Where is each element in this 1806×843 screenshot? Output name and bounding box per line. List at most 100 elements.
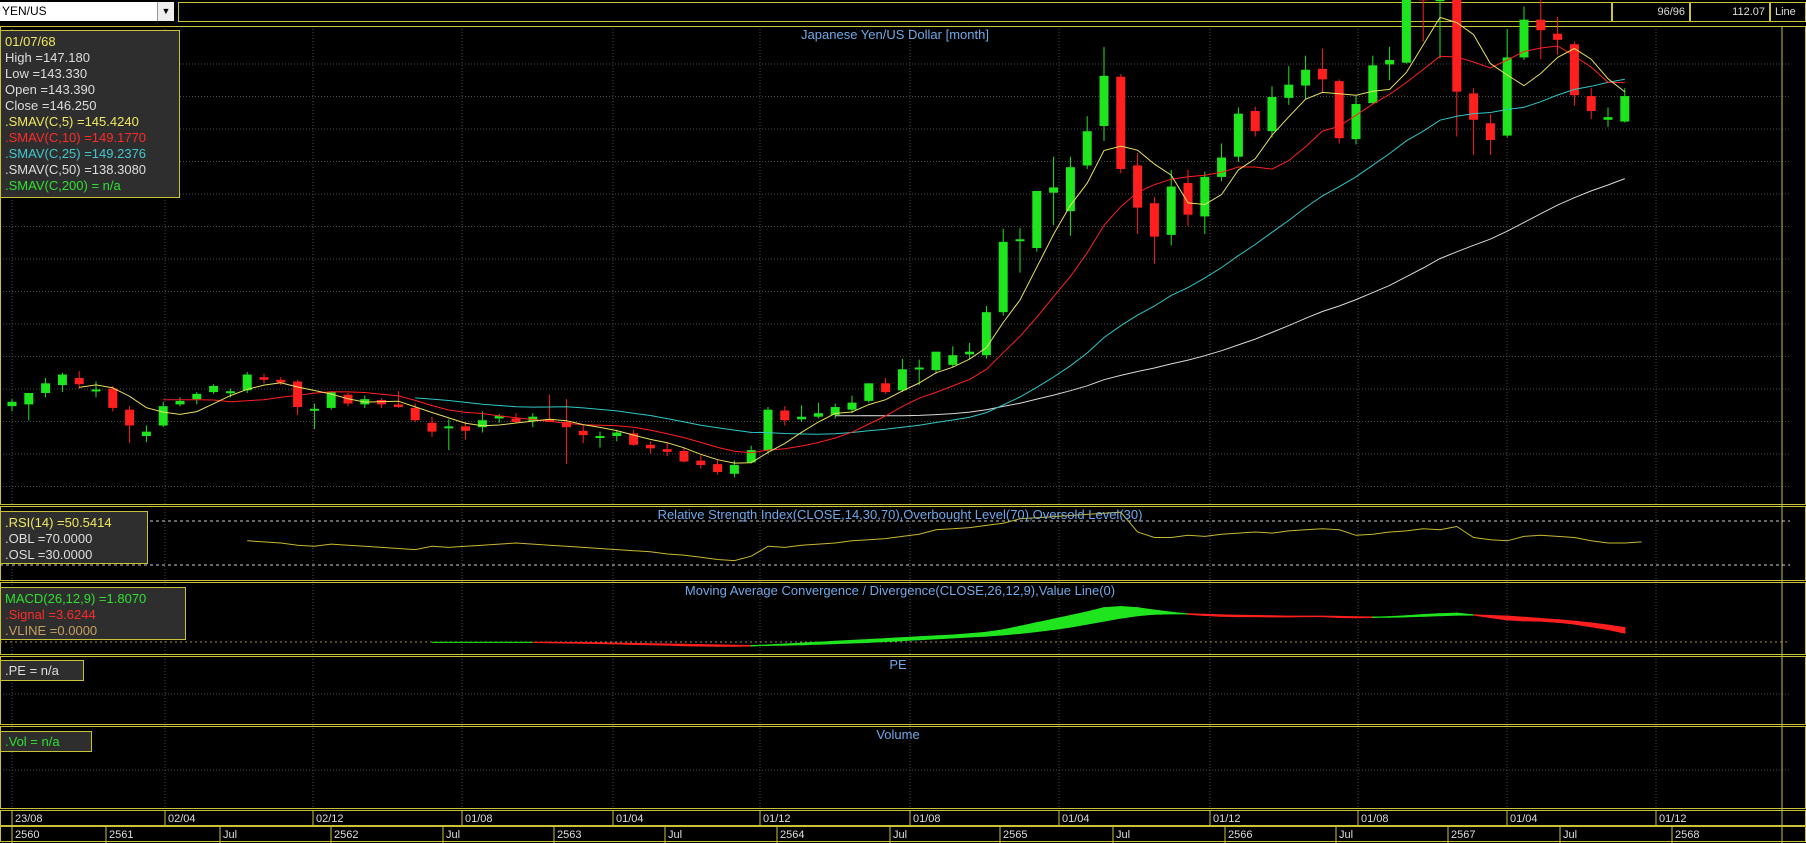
candle-body xyxy=(1183,183,1193,215)
candle-body xyxy=(1452,0,1462,92)
candle-body xyxy=(444,426,454,429)
macd-band xyxy=(1439,612,1458,617)
candle-body xyxy=(461,426,471,431)
candle-body xyxy=(1233,113,1243,157)
candle-body xyxy=(1502,57,1512,136)
volume-panel-title: Volume xyxy=(876,727,920,742)
legend-sma5: .SMAV(C,5) =145.4240 xyxy=(5,114,139,129)
candle-body xyxy=(1469,93,1479,120)
axis-label-bottom: 2567 xyxy=(1451,829,1475,841)
legend-low: Low =143.330 xyxy=(5,66,88,81)
macd-band xyxy=(750,644,769,647)
legend-vline: .VLINE =0.0000 xyxy=(5,623,98,638)
candle-body xyxy=(1116,76,1126,169)
candle-body xyxy=(612,432,622,437)
macd-band xyxy=(784,642,803,646)
macd-band xyxy=(1187,613,1206,616)
candle-body xyxy=(780,410,790,421)
candle-body xyxy=(24,392,34,405)
macd-band xyxy=(1036,618,1055,633)
candle-body xyxy=(696,460,706,466)
legend-rsi: .RSI(14) =50.5414 xyxy=(5,515,112,530)
candle-body xyxy=(813,413,823,417)
candle-body xyxy=(931,351,941,371)
candle-body xyxy=(1351,103,1361,140)
macd-band xyxy=(1573,620,1592,628)
macd-band xyxy=(1271,615,1290,618)
macd-band xyxy=(1103,605,1122,622)
macd-band xyxy=(1473,614,1491,619)
axis-label-top: 02/04 xyxy=(168,813,196,825)
macd-band xyxy=(1069,611,1088,628)
candle-body xyxy=(175,400,185,405)
macd-band xyxy=(834,639,853,645)
axis-label-bottom: Jul xyxy=(668,829,682,841)
legend-osl: .OSL =30.0000 xyxy=(5,547,93,562)
macd-band xyxy=(1002,625,1021,636)
macd-band xyxy=(901,636,920,642)
macd-band xyxy=(935,634,954,640)
candle-body xyxy=(377,400,387,405)
macd-band xyxy=(1506,615,1525,622)
macd-band xyxy=(1237,614,1256,618)
legend-high: High =147.180 xyxy=(5,50,90,65)
macd-band xyxy=(1170,611,1189,615)
axis-label-top: 01/12 xyxy=(1213,813,1241,825)
candle-body xyxy=(91,389,101,392)
candle-body xyxy=(713,464,723,473)
volume-legend: .Vol = n/a xyxy=(0,731,92,752)
macd-band xyxy=(1254,614,1273,618)
legend-sma10: .SMAV(C,10) =149.1770 xyxy=(5,130,147,145)
macd-band xyxy=(1321,615,1340,619)
macd-band xyxy=(1389,615,1407,618)
macd-band xyxy=(1489,614,1508,621)
price-panel xyxy=(7,0,1630,478)
macd-band xyxy=(599,642,618,645)
candle-body xyxy=(1099,75,1109,126)
macd-band xyxy=(1153,609,1172,615)
axis-label-bottom: 2561 xyxy=(109,829,133,841)
macd-band xyxy=(1120,605,1139,619)
axis-label-bottom: 2563 xyxy=(557,829,581,841)
candle-body xyxy=(259,377,269,380)
candle-body xyxy=(393,404,403,408)
macd-band xyxy=(952,633,971,639)
macd-band xyxy=(868,638,887,643)
macd-panel-title: Moving Average Convergence / Divergence(… xyxy=(684,583,1116,598)
candle-body xyxy=(57,374,67,386)
macd-band xyxy=(801,641,819,646)
candle-body xyxy=(141,431,151,437)
macd-band xyxy=(1019,622,1038,634)
macd-band xyxy=(616,642,635,646)
macd-band xyxy=(1086,607,1105,625)
candle-body xyxy=(645,444,655,449)
macd-band xyxy=(1422,613,1441,617)
axis-label-bottom: Jul xyxy=(1339,829,1353,841)
macd-band xyxy=(969,631,987,638)
candle-body xyxy=(1200,176,1210,217)
axis-label-top: 01/12 xyxy=(1659,813,1687,825)
candle-body xyxy=(1284,84,1294,98)
candle-body xyxy=(1082,131,1092,166)
candle-body xyxy=(1603,117,1613,120)
candle-body xyxy=(1049,187,1059,193)
candle-body xyxy=(209,385,219,393)
candle-body xyxy=(797,416,807,420)
macd-band xyxy=(1204,613,1223,617)
macd-band xyxy=(1405,614,1424,618)
candle-body xyxy=(309,408,319,411)
candle-body xyxy=(948,355,958,365)
candle-body xyxy=(864,383,874,401)
candle-body xyxy=(1435,0,1445,2)
pe-legend: .PE = n/a xyxy=(0,660,84,681)
panel-frames xyxy=(0,26,1806,843)
macd-band xyxy=(1557,619,1575,625)
panel-frame xyxy=(0,26,1806,505)
candle-body xyxy=(595,436,605,439)
price-panel-title: Japanese Yen/US Dollar [month] xyxy=(801,27,989,42)
macd-band xyxy=(1523,616,1542,622)
candle-body xyxy=(276,379,286,383)
candle-body xyxy=(1149,203,1159,237)
candle-body xyxy=(410,407,420,421)
candle-body xyxy=(1385,60,1395,65)
